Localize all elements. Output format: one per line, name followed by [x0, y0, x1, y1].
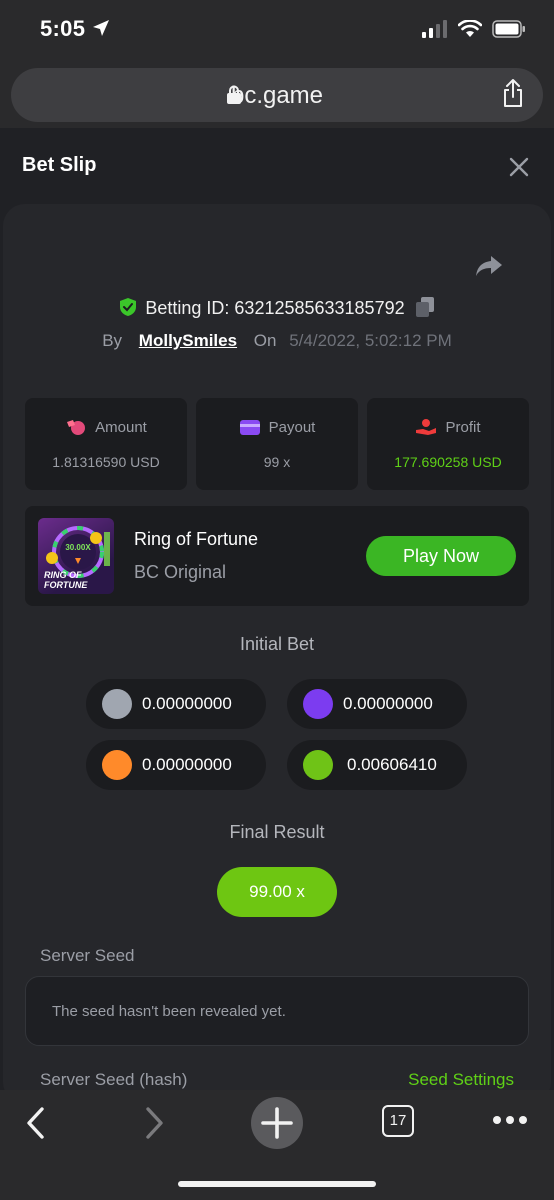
- bet-details-card: Betting ID: 63212585633185792 By MollySm…: [3, 204, 551, 1104]
- final-result-badge: 99.00 x: [217, 867, 337, 917]
- cellular-signal-icon: [422, 20, 447, 38]
- close-icon[interactable]: [508, 156, 530, 178]
- purple-coin-icon: [303, 689, 333, 719]
- initial-bet-green: 0.00606410: [287, 740, 467, 790]
- copy-icon[interactable]: [415, 296, 435, 318]
- server-seed-value: The seed hasn't been revealed yet.: [52, 1003, 286, 1020]
- server-seed-field: The seed hasn't been revealed yet.: [25, 976, 529, 1046]
- hand-coin-icon: [416, 419, 437, 435]
- plus-icon: [261, 1107, 293, 1139]
- green-coin-icon: [303, 750, 333, 780]
- thumb-multiplier: 30.00X: [65, 543, 91, 552]
- server-seed-label: Server Seed: [40, 946, 135, 965]
- tabs-button[interactable]: 17: [382, 1105, 414, 1137]
- on-label: On: [253, 331, 277, 350]
- orange-coin-icon: [102, 750, 132, 780]
- seed-settings-link[interactable]: Seed Settings: [408, 1070, 514, 1090]
- sheet-title: Bet Slip: [22, 154, 97, 176]
- play-now-button[interactable]: Play Now: [366, 536, 516, 576]
- share-arrow-icon[interactable]: [475, 254, 503, 278]
- user-link[interactable]: MollySmiles: [139, 331, 237, 350]
- share-icon[interactable]: [501, 78, 525, 108]
- by-label: By: [102, 331, 123, 350]
- betting-id: Betting ID: 63212585633185792: [3, 296, 551, 319]
- wallet-icon: [239, 420, 260, 435]
- back-icon[interactable]: [24, 1106, 48, 1140]
- url-bar[interactable]: bc.game: [11, 68, 543, 122]
- server-seed-hash-label: Server Seed (hash): [40, 1070, 188, 1089]
- amount-header: Amount: [25, 418, 187, 436]
- final-result-title: Final Result: [229, 822, 325, 842]
- url-text: bc.game: [230, 82, 324, 109]
- status-bar: 5:05: [0, 0, 554, 62]
- gray-coin-icon: [102, 689, 132, 719]
- bet-value: 0.00000000: [142, 755, 232, 774]
- bet-value: 0.00000000: [142, 694, 232, 713]
- game-provider: BC Original: [134, 562, 227, 582]
- profit-label: Profit: [445, 419, 481, 436]
- initial-bet-gray: 0.00000000: [86, 679, 266, 729]
- shield-check-icon: [120, 298, 137, 316]
- betting-id-text: Betting ID: 63212585633185792: [145, 298, 405, 318]
- thumb-title-1: RING OF: [44, 570, 82, 580]
- payout-label: Payout: [268, 419, 316, 436]
- more-icon[interactable]: [492, 1114, 528, 1126]
- bet-slip-sheet: Bet Slip Betting ID: 63212585633185792 B…: [0, 128, 554, 1104]
- payout-card: Payout 99 x: [196, 398, 358, 490]
- bet-value: 0.00000000: [343, 694, 433, 713]
- game-card: 30.00X RING OF FORTUNE Ring of Fortune B…: [25, 506, 529, 606]
- profit-value: 177.690258 USD: [394, 454, 502, 470]
- profit-card: Profit 177.690258 USD: [367, 398, 529, 490]
- status-indicators: [422, 20, 526, 38]
- game-thumbnail[interactable]: 30.00X RING OF FORTUNE: [38, 518, 114, 594]
- ring-of-fortune-logo: 30.00X RING OF FORTUNE: [44, 526, 110, 590]
- battery-icon: [492, 20, 525, 38]
- amount-value: 1.81316590 USD: [52, 454, 160, 470]
- bet-value: 0.00606410: [347, 755, 437, 774]
- payout-header: Payout: [196, 418, 358, 436]
- initial-bet-title: Initial Bet: [239, 634, 315, 654]
- home-indicator: [178, 1181, 376, 1187]
- bet-date: 5/4/2022, 5:02:12 PM: [289, 331, 452, 350]
- initial-bet-orange: 0.00000000: [86, 740, 266, 790]
- wifi-icon: [458, 20, 482, 37]
- browser-top: bc.game: [0, 62, 554, 128]
- initial-bet-purple: 0.00000000: [287, 679, 467, 729]
- amount-icon: [67, 420, 86, 435]
- game-name: Ring of Fortune: [134, 529, 259, 549]
- amount-label: Amount: [95, 419, 147, 436]
- profit-header: Profit: [367, 418, 529, 436]
- thumb-title-2: FORTUNE: [44, 580, 88, 590]
- status-time: 5:05: [40, 16, 86, 41]
- forward-icon[interactable]: [142, 1106, 166, 1140]
- new-tab-button[interactable]: [251, 1097, 303, 1149]
- location-arrow-icon: [93, 20, 109, 36]
- by-line: By MollySmiles On 5/4/2022, 5:02:12 PM: [3, 331, 551, 351]
- amount-card: Amount 1.81316590 USD: [25, 398, 187, 490]
- payout-value: 99 x: [263, 454, 291, 470]
